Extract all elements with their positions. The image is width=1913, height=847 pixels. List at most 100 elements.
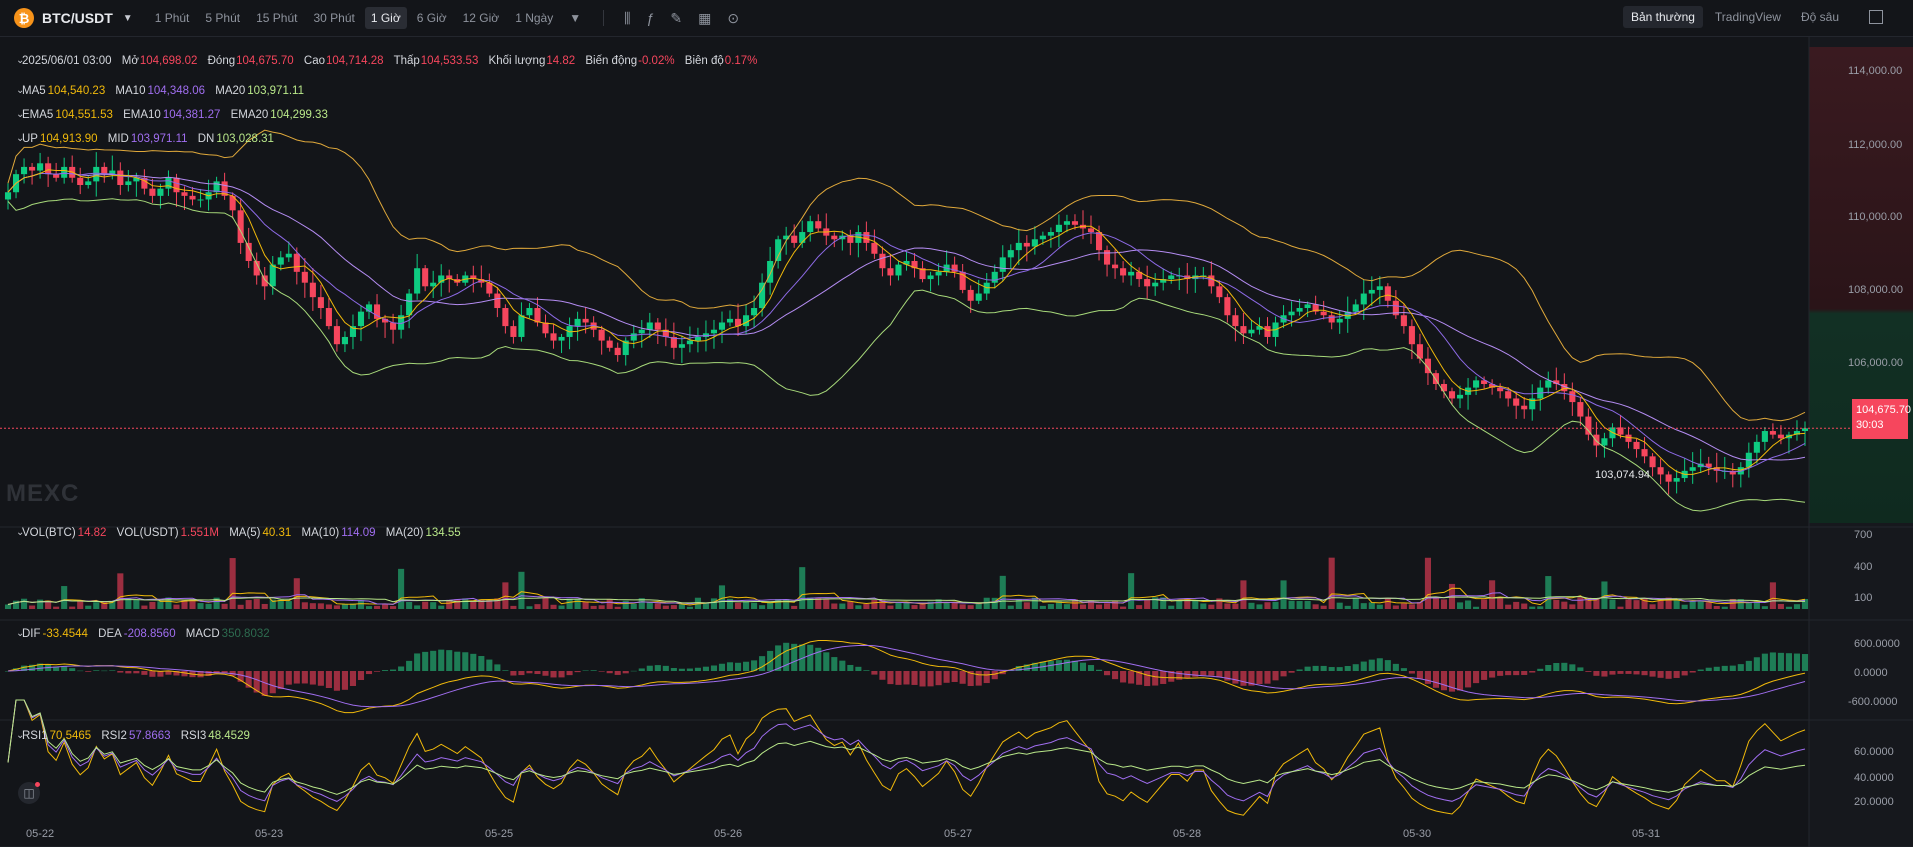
macd-histogram-bar bbox=[1745, 660, 1752, 671]
macd-histogram-bar bbox=[1649, 671, 1656, 677]
timeframe-6h[interactable]: 6 Giờ bbox=[411, 7, 453, 29]
timeframe-more-chevron-icon[interactable]: ▼ bbox=[563, 7, 587, 29]
volume-bar bbox=[670, 605, 677, 609]
volume-bar bbox=[1200, 603, 1207, 609]
volume-bar bbox=[454, 599, 461, 609]
collapse-chevron-icon[interactable]: ⌄ bbox=[16, 730, 24, 741]
macd-histogram-bar bbox=[149, 671, 156, 677]
volume-bar bbox=[1521, 603, 1528, 609]
macd-axis-label: 0.0000 bbox=[1854, 667, 1888, 679]
timeframe-1m[interactable]: 1 Phút bbox=[149, 7, 196, 29]
timeframe-5m[interactable]: 5 Phút bbox=[199, 7, 246, 29]
macd-histogram-bar bbox=[1328, 667, 1335, 671]
volume-bar bbox=[1456, 602, 1464, 609]
ohlc-legend: ⌄ 2025/06/01 03:00 Mở104,698.02 Đóng104,… bbox=[16, 55, 764, 67]
candle-body bbox=[791, 235, 798, 243]
macd-histogram-bar bbox=[1368, 659, 1375, 671]
candle-body bbox=[518, 315, 525, 337]
rsi2-line bbox=[7, 699, 1806, 802]
view-depth-tab[interactable]: Độ sâu bbox=[1793, 6, 1847, 28]
rsi3-label: RSI3 bbox=[180, 730, 207, 742]
timeframe-30m[interactable]: 30 Phút bbox=[307, 7, 360, 29]
candle-body bbox=[37, 163, 44, 171]
macd-histogram-bar bbox=[301, 671, 308, 684]
candle-body bbox=[863, 232, 870, 243]
collapse-chevron-icon[interactable]: ⌄ bbox=[16, 109, 24, 120]
volume-bar bbox=[1537, 606, 1544, 609]
indicator-fx-icon[interactable]: ƒ bbox=[647, 10, 655, 26]
symbol-dropdown-chevron-icon[interactable]: ▼ bbox=[123, 13, 133, 24]
macd-histogram-bar bbox=[502, 670, 509, 671]
price-axis-label: 112,000.00 bbox=[1848, 139, 1903, 151]
macd-histogram-bar bbox=[1697, 669, 1704, 671]
ema5-label: EMA5 bbox=[22, 109, 54, 121]
ma20-line bbox=[7, 172, 1806, 461]
macd-histogram-bar bbox=[1609, 671, 1616, 675]
macd-histogram-bar bbox=[767, 650, 774, 671]
volume-bar bbox=[734, 602, 742, 609]
macd-histogram-bar bbox=[935, 671, 942, 686]
macd-histogram-bar bbox=[1079, 662, 1087, 671]
draw-pencil-icon[interactable]: ✎ bbox=[670, 10, 682, 27]
candle-body bbox=[1071, 221, 1079, 225]
ema-legend: ⌄ EMA5 104,551.53 EMA10 104,381.27 EMA20 10… bbox=[16, 109, 335, 121]
collapse-chevron-icon[interactable]: ⌄ bbox=[16, 628, 24, 639]
candle-type-icon[interactable]: ⫼ bbox=[624, 10, 630, 27]
timeframe-15m[interactable]: 15 Phút bbox=[250, 7, 303, 29]
date-axis-label: 05-28 bbox=[1173, 828, 1202, 840]
collapse-chevron-icon[interactable]: ⌄ bbox=[16, 55, 24, 66]
volume-bar bbox=[751, 602, 758, 609]
volume-bar bbox=[430, 602, 437, 609]
rsi1-value: 70.5465 bbox=[49, 730, 92, 742]
view-tradingview-tab[interactable]: TradingView bbox=[1707, 6, 1789, 28]
macd-histogram-bar bbox=[1569, 664, 1576, 671]
macd-histogram-bar bbox=[430, 650, 437, 671]
volume-bar bbox=[1473, 606, 1480, 609]
fullscreen-icon[interactable] bbox=[1869, 10, 1883, 24]
macd-histogram-bar bbox=[919, 671, 926, 687]
volume-bar bbox=[847, 601, 854, 609]
candle-body bbox=[1473, 380, 1480, 388]
candlestick-chart[interactable] bbox=[0, 37, 1913, 847]
view-normal-tab[interactable]: Bản thường bbox=[1622, 6, 1703, 28]
macd-histogram-bar bbox=[847, 664, 854, 671]
volume-bar bbox=[1432, 598, 1440, 609]
macd-histogram-bar bbox=[77, 670, 84, 672]
ma-legend: ⌄ MA5 104,540.23 MA10 104,348.06 MA20 103,9… bbox=[16, 85, 311, 97]
volume-bar bbox=[1529, 606, 1536, 609]
rsi-axis-label: 40.0000 bbox=[1854, 772, 1894, 784]
volume-bar bbox=[630, 603, 637, 609]
candle-body bbox=[1569, 391, 1576, 403]
volume-bar bbox=[1376, 604, 1383, 609]
macd-histogram-bar bbox=[1577, 667, 1584, 671]
high-label: Cao bbox=[303, 55, 325, 67]
candle-body bbox=[574, 318, 581, 327]
layout-grid-icon[interactable]: ▦ bbox=[698, 10, 711, 27]
macd-histogram-bar bbox=[702, 666, 709, 671]
timeframe-1d[interactable]: 1 Ngày bbox=[509, 7, 559, 29]
macd-histogram-bar bbox=[1400, 668, 1407, 671]
candle-body bbox=[895, 264, 902, 276]
symbol-title[interactable]: BTC/USDT bbox=[42, 10, 113, 26]
candle-body bbox=[1368, 289, 1375, 294]
macd-histogram-bar bbox=[1753, 657, 1760, 671]
macd-histogram-bar bbox=[1320, 665, 1327, 671]
camera-icon[interactable]: ⊙ bbox=[727, 10, 739, 27]
volume-bar bbox=[1408, 604, 1415, 609]
timeframe-12h[interactable]: 12 Giờ bbox=[457, 7, 506, 29]
macd-histogram-bar bbox=[710, 665, 718, 671]
macd-histogram-bar bbox=[454, 651, 461, 671]
volume-bar bbox=[1465, 600, 1472, 609]
volume-bar bbox=[398, 568, 405, 609]
timeframe-1h[interactable]: 1 Giờ bbox=[364, 7, 407, 29]
collapse-chevron-icon[interactable]: ⌄ bbox=[16, 85, 24, 96]
collapse-chevron-icon[interactable]: ⌄ bbox=[16, 527, 24, 538]
ohlc-date: 2025/06/01 03:00 bbox=[22, 55, 112, 67]
volume-bar bbox=[1352, 598, 1359, 609]
volume-bar bbox=[1761, 606, 1768, 609]
collapse-chevron-icon[interactable]: ⌄ bbox=[16, 133, 24, 144]
ma10-value: 104,348.06 bbox=[147, 85, 206, 97]
layers-icon[interactable]: ◫ bbox=[18, 782, 40, 804]
candle-body bbox=[598, 329, 605, 341]
volume-bar bbox=[1248, 602, 1255, 609]
